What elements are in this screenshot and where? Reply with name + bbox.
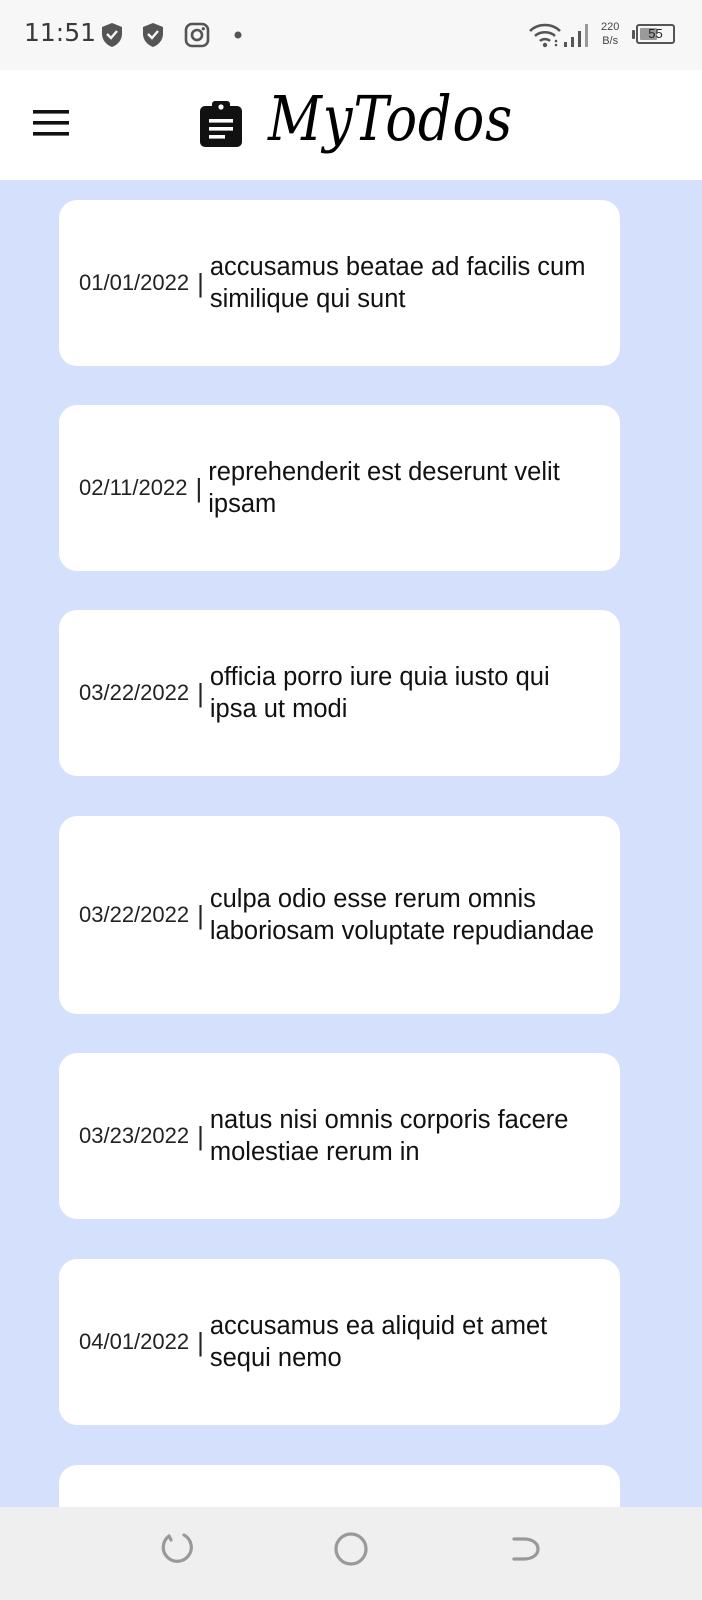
todo-date: 04/01/2022 <box>79 1329 190 1354</box>
todo-text: culpa odio esse rerum omnis laboriosam v… <box>209 885 595 945</box>
todo-item[interactable]: 03/22/2022 | officia porro iure quia iusto… <box>59 610 620 776</box>
todo-item[interactable]: 01/01/2022 | accusamus beatae ad facilis c… <box>59 200 620 366</box>
network-speed-unit: B/s <box>602 35 619 47</box>
battery-icon: 55 <box>636 24 675 44</box>
hamburger-menu-button[interactable] <box>30 106 72 140</box>
battery-level: 55 <box>648 26 663 41</box>
todo-item[interactable]: 04/01/2022 | accusamus ea aliquid et amet … <box>59 1259 620 1425</box>
todo-item[interactable] <box>59 1465 620 1507</box>
battery-nub <box>632 30 635 39</box>
home-icon[interactable] <box>333 1531 369 1567</box>
navigation-bar <box>0 1507 702 1600</box>
shield-icon <box>143 23 163 47</box>
app-title: MyTodos <box>268 82 513 155</box>
recents-icon[interactable] <box>158 1531 194 1567</box>
todo-date: 03/23/2022 <box>79 1123 190 1148</box>
instagram-icon <box>184 22 210 48</box>
todo-text: accusamus beatae ad facilis cum similiqu… <box>209 253 586 313</box>
back-icon[interactable] <box>508 1531 544 1567</box>
signal-icon <box>564 24 588 47</box>
todo-text: natus nisi omnis corporis facere molesti… <box>209 1106 569 1166</box>
todo-text: reprehenderit est deserunt velit ipsam <box>208 458 560 518</box>
todo-list[interactable]: 01/01/2022 | accusamus beatae ad facilis c… <box>0 180 702 1507</box>
todo-item[interactable]: 03/23/2022 | natus nisi omnis corporis fac… <box>59 1053 620 1219</box>
wifi-icon <box>529 23 561 48</box>
todo-date: 01/01/2022 <box>79 270 190 295</box>
status-bar: 11:51 220 B/s 55 <box>0 0 702 70</box>
network-speed: 220 B/s <box>601 20 619 48</box>
todo-date: 02/11/2022 <box>79 475 188 500</box>
todo-date: 03/22/2022 <box>79 680 190 705</box>
todo-separator: | <box>195 472 203 503</box>
dot-icon <box>234 31 242 39</box>
todo-date: 03/22/2022 <box>79 902 190 927</box>
status-time: 11:51 <box>24 18 97 47</box>
todo-text: accusamus ea aliquid et amet sequi nemo <box>209 1312 548 1372</box>
todo-separator: | <box>197 1326 204 1357</box>
todo-separator: | <box>197 899 204 930</box>
todo-separator: | <box>197 677 204 708</box>
todo-item[interactable]: 03/22/2022 | culpa odio esse rerum omnis l… <box>59 816 620 1014</box>
todo-item[interactable]: 02/11/2022 | reprehenderit est deserunt ve… <box>59 405 620 571</box>
todo-separator: | <box>197 1120 204 1151</box>
todo-separator: | <box>197 267 204 298</box>
clipboard-icon <box>200 101 242 147</box>
app-header: MyTodos <box>0 70 702 180</box>
todo-text: officia porro iure quia iusto qui ipsa u… <box>209 663 550 723</box>
shield-icon <box>102 23 122 47</box>
network-speed-value: 220 <box>601 21 620 33</box>
